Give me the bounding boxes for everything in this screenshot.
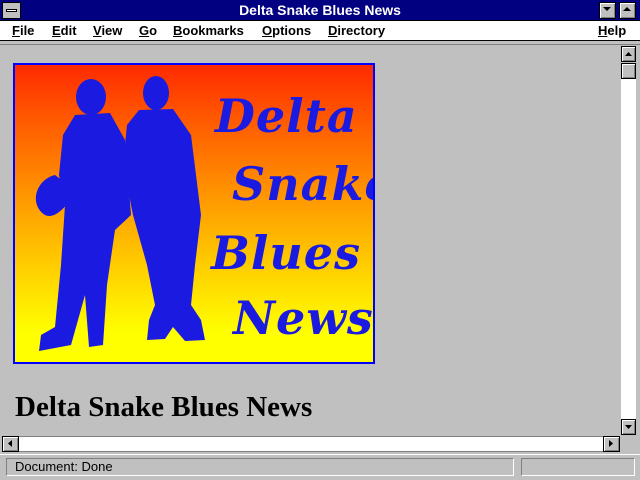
vertical-scroll-thumb[interactable] bbox=[621, 63, 636, 79]
logo-word-delta: Delta bbox=[215, 89, 358, 143]
status-bar: Document: Done bbox=[0, 454, 640, 480]
menu-bar: File Edit View Go Bookmarks Options Dire… bbox=[0, 21, 640, 41]
arrow-right-icon bbox=[609, 440, 613, 447]
logo-word-snake: Snake bbox=[232, 157, 373, 211]
arrow-down-icon bbox=[625, 425, 632, 429]
toolbar-divider bbox=[0, 41, 640, 45]
menu-file[interactable]: File bbox=[12, 23, 34, 38]
logo-word-news: News bbox=[233, 291, 374, 345]
page-content: Delta Snake Blues News Delta Snake Blues… bbox=[2, 46, 618, 435]
vertical-scrollbar[interactable] bbox=[619, 46, 638, 436]
horizontal-scroll-track[interactable] bbox=[19, 436, 603, 452]
status-text: Document: Done bbox=[6, 458, 514, 476]
minimize-button[interactable] bbox=[599, 2, 616, 19]
page-heading: Delta Snake Blues News bbox=[15, 391, 313, 423]
progress-indicator bbox=[521, 458, 635, 476]
scroll-up-button[interactable] bbox=[621, 46, 636, 62]
logo-image: Delta Snake Blues News bbox=[13, 63, 375, 364]
menu-directory[interactable]: Directory bbox=[328, 23, 385, 38]
menu-bookmarks[interactable]: Bookmarks bbox=[173, 23, 244, 38]
arrow-up-icon bbox=[625, 52, 632, 56]
menu-options[interactable]: Options bbox=[262, 23, 311, 38]
menu-view[interactable]: View bbox=[93, 23, 122, 38]
arrow-left-icon bbox=[8, 440, 12, 447]
title-bar: Delta Snake Blues News bbox=[0, 0, 640, 21]
maximize-button[interactable] bbox=[619, 2, 636, 19]
vertical-scroll-track[interactable] bbox=[621, 63, 636, 419]
logo-word-blues: Blues bbox=[211, 226, 361, 280]
menu-edit[interactable]: Edit bbox=[52, 23, 77, 38]
scroll-down-button[interactable] bbox=[621, 419, 636, 435]
maximize-icon bbox=[623, 7, 631, 11]
scroll-left-button[interactable] bbox=[2, 436, 19, 452]
window-title: Delta Snake Blues News bbox=[239, 2, 401, 18]
minimize-icon bbox=[603, 7, 611, 11]
menu-go[interactable]: Go bbox=[139, 23, 157, 38]
scroll-right-button[interactable] bbox=[603, 436, 620, 452]
menu-help[interactable]: Help bbox=[598, 23, 626, 38]
horizontal-scrollbar[interactable] bbox=[2, 436, 620, 452]
